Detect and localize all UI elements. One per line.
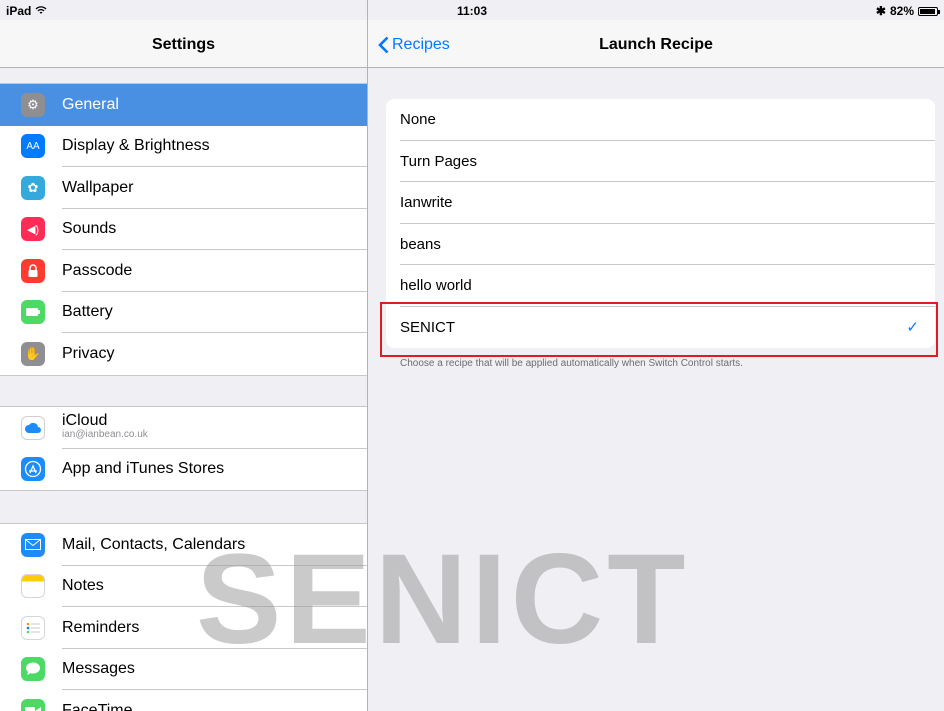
sidebar-item-display-brightness[interactable]: AA Display & Brightness xyxy=(0,126,367,168)
app-store-icon xyxy=(21,457,45,482)
recipe-footer-note: Choose a recipe that will be applied aut… xyxy=(400,358,743,369)
recipe-option-ianwrite[interactable]: Ianwrite xyxy=(386,182,935,224)
flower-icon: ✿ xyxy=(21,175,45,200)
sidebar-item-label: iCloud xyxy=(62,412,108,429)
sidebar-item-label: Wallpaper xyxy=(62,178,134,196)
hand-icon: ✋ xyxy=(21,341,45,366)
sidebar-item-icloud[interactable]: iCloud ian@ianbean.co.uk xyxy=(0,407,367,449)
status-right: ✱ 82% xyxy=(875,4,940,18)
settings-group-1: ⚙ General AA Display & Brightness ✿ Wall… xyxy=(0,83,367,376)
notes-icon xyxy=(21,574,45,599)
cloud-icon xyxy=(21,415,45,440)
back-button-label: Recipes xyxy=(392,36,450,53)
recipe-option-label: beans xyxy=(400,235,441,253)
sidebar-item-label: Notes xyxy=(62,577,104,595)
sidebar-navbar: Settings xyxy=(0,20,367,68)
recipe-option-beans[interactable]: beans xyxy=(386,224,935,266)
sidebar-item-label: Display & Brightness xyxy=(62,137,210,155)
reminders-icon xyxy=(21,615,45,640)
selection-highlight-box xyxy=(380,302,938,357)
sidebar-item-wallpaper[interactable]: ✿ Wallpaper xyxy=(0,167,367,209)
sidebar-item-battery[interactable]: Battery xyxy=(0,292,367,334)
recipe-option-label: None xyxy=(400,111,436,129)
sidebar-item-label: App and iTunes Stores xyxy=(62,460,225,478)
sidebar-item-label: Messages xyxy=(62,660,135,678)
mail-icon xyxy=(21,532,45,557)
display-icon: AA xyxy=(21,134,45,159)
sidebar-item-label: Passcode xyxy=(62,261,133,279)
sidebar-item-label: General xyxy=(62,95,119,113)
sidebar-item-label: Privacy xyxy=(62,344,115,362)
recipe-option-label: Ianwrite xyxy=(400,194,453,212)
clock: 11:03 xyxy=(456,4,488,18)
recipe-option-none[interactable]: None xyxy=(386,99,935,141)
speaker-icon: ◀) xyxy=(21,217,45,242)
detail-navbar: Launch Recipe Recipes xyxy=(368,20,944,68)
sidebar-title: Settings xyxy=(151,36,216,53)
battery-percent: 82% xyxy=(889,4,914,18)
sidebar-item-label: Reminders xyxy=(62,618,140,636)
battery-level-icon xyxy=(918,6,940,16)
page-title: Launch Recipe xyxy=(599,36,713,53)
bluetooth-icon: ✱ xyxy=(875,4,886,18)
sidebar-item-privacy[interactable]: ✋ Privacy xyxy=(0,333,367,375)
battery-icon xyxy=(21,300,45,325)
sidebar-item-label: Sounds xyxy=(62,220,117,238)
lock-icon xyxy=(21,258,45,283)
sidebar-item-passcode[interactable]: Passcode xyxy=(0,250,367,292)
recipe-option-label: Turn Pages xyxy=(400,152,477,170)
settings-group-2: iCloud ian@ianbean.co.uk App and iTunes … xyxy=(0,406,367,491)
sidebar-item-label: FaceTime xyxy=(62,701,133,711)
back-button[interactable]: Recipes xyxy=(378,36,450,54)
facetime-icon xyxy=(21,698,45,711)
messages-icon xyxy=(21,657,45,682)
icloud-account-email: ian@ianbean.co.uk xyxy=(62,429,148,440)
recipe-option-hello-world[interactable]: hello world xyxy=(386,265,935,307)
chevron-left-icon xyxy=(378,36,389,54)
sidebar-item-app-itunes-stores[interactable]: App and iTunes Stores xyxy=(0,449,367,491)
gear-icon: ⚙ xyxy=(21,92,45,117)
sidebar-item-label: Battery xyxy=(62,303,113,321)
sidebar-item-sounds[interactable]: ◀) Sounds xyxy=(0,209,367,251)
sidebar-item-facetime[interactable]: FaceTime xyxy=(0,690,367,711)
recipe-option-label: hello world xyxy=(400,277,472,295)
recipe-option-turn-pages[interactable]: Turn Pages xyxy=(386,141,935,183)
status-bar: iPad 11:03 ✱ 82% xyxy=(0,0,944,20)
sidebar-item-general[interactable]: ⚙ General xyxy=(0,84,367,126)
watermark: SENICT xyxy=(196,528,690,671)
